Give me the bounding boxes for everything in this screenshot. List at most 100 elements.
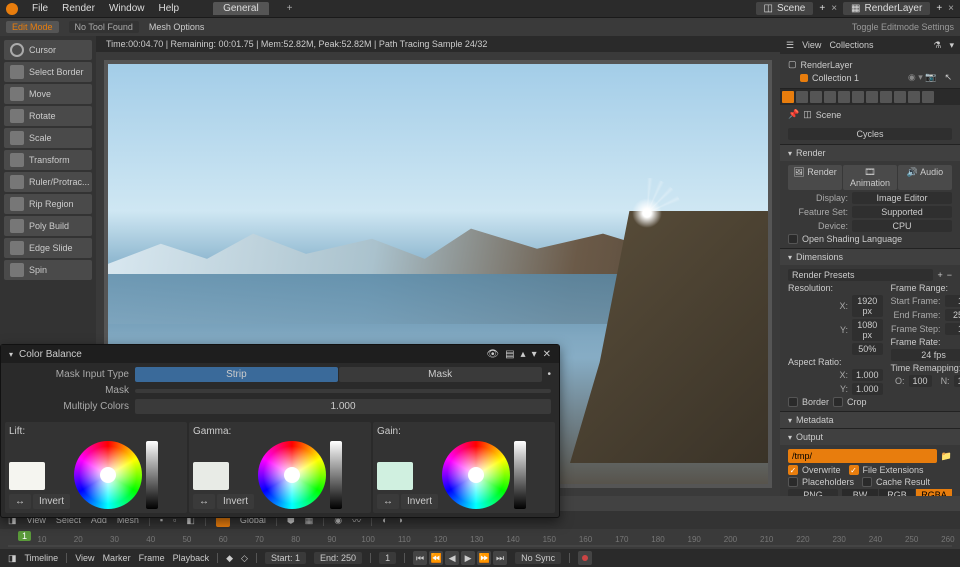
close-icon[interactable]: ✕ (543, 349, 551, 360)
end-frame-value[interactable]: 250 (341, 553, 356, 563)
playback-view[interactable]: View (75, 553, 94, 563)
mask-input-strip[interactable]: Strip (135, 367, 338, 382)
outliner-mode-icon[interactable]: ☰ (786, 40, 794, 51)
keyframe-prev-icon[interactable]: ⏪ (429, 551, 443, 565)
scene-selector[interactable]: ◫ Scene (756, 2, 814, 15)
lift-value-slider[interactable] (146, 441, 158, 509)
color-rgb[interactable]: RGB (879, 489, 915, 496)
tab-scene[interactable] (824, 91, 836, 103)
menu-window[interactable]: Window (109, 3, 145, 14)
tool-ruler-protrac-[interactable]: Ruler/Protrac... (4, 172, 92, 192)
keying-icon[interactable]: ◆ (226, 553, 233, 564)
output-path[interactable]: /tmp/ (788, 449, 937, 463)
multiply-slider[interactable]: 1.000 (135, 399, 551, 414)
gain-swatch[interactable] (377, 462, 413, 490)
gamma-color-wheel[interactable] (258, 441, 326, 509)
tab-modifier[interactable] (866, 91, 878, 103)
editor-type-icon[interactable]: ◨ (8, 553, 17, 564)
autokey-icon[interactable] (578, 551, 592, 565)
menu-file[interactable]: File (32, 3, 48, 14)
aspect-y[interactable]: 1.000 (852, 383, 883, 395)
workspace-add-icon[interactable]: + (287, 3, 293, 14)
overwrite-checkbox[interactable]: Overwrite (788, 465, 841, 475)
gain-invert-button[interactable]: Invert (401, 494, 438, 509)
tab-output[interactable] (796, 91, 808, 103)
output-section-header[interactable]: Output (780, 429, 960, 445)
layer-selector[interactable]: ▦ RenderLayer (843, 2, 930, 15)
crop-checkbox[interactable]: Crop (833, 397, 867, 407)
tab-world[interactable] (838, 91, 850, 103)
color-bw[interactable]: BW (842, 489, 878, 496)
visibility-icons[interactable]: ◉ ▾ 📷 (908, 72, 937, 83)
mode-selector[interactable]: Edit Mode (6, 21, 59, 33)
tool-rotate[interactable]: Rotate (4, 106, 92, 126)
keying-icon[interactable]: ◇ (241, 553, 248, 564)
gain-value-slider[interactable] (514, 441, 526, 509)
render-engine[interactable]: Cycles (788, 128, 952, 140)
tool-select-border[interactable]: Select Border (4, 62, 92, 82)
scene-add-icon[interactable]: + (819, 3, 825, 14)
preset-add-icon[interactable]: + (937, 270, 942, 280)
tab-object[interactable] (852, 91, 864, 103)
cache-checkbox[interactable]: Cache Result (862, 477, 930, 487)
workspace-tab-general[interactable]: General (213, 2, 269, 15)
mask-input-mask[interactable]: Mask (339, 367, 542, 382)
timeline[interactable]: 1 10203040506070809010011012013014015016… (0, 529, 960, 549)
placeholders-checkbox[interactable]: Placeholders (788, 477, 854, 487)
format-selector[interactable]: PNG (788, 489, 838, 496)
start-frame[interactable]: 1 (945, 295, 960, 307)
move-up-icon[interactable]: ▴ (521, 349, 526, 360)
tool-edge-slide[interactable]: Edge Slide (4, 238, 92, 258)
current-frame-field[interactable]: 1 (379, 552, 396, 564)
outliner-view[interactable]: View (802, 40, 821, 50)
move-down-icon[interactable]: ▾ (532, 349, 537, 360)
mesh-options[interactable]: Mesh Options (149, 22, 205, 32)
preset-remove-icon[interactable]: − (947, 270, 952, 280)
lift-color-wheel[interactable] (74, 441, 142, 509)
outliner-search-icon[interactable]: ▾ (949, 40, 954, 51)
color-rgba[interactable]: RGBA (916, 489, 952, 496)
metadata-section-header[interactable]: Metadata (780, 412, 960, 428)
playback-marker[interactable]: Marker (103, 553, 131, 563)
mask-field[interactable] (135, 389, 551, 393)
playback-menu[interactable]: Playback (173, 553, 210, 563)
eye-icon[interactable]: 👁 (486, 349, 499, 360)
menu-help[interactable]: Help (159, 3, 180, 14)
layer-add-icon[interactable]: + (936, 3, 942, 14)
dropdown-icon[interactable]: • (547, 369, 551, 380)
render-button[interactable]: 🖼 Render (788, 165, 842, 190)
fileext-checkbox[interactable]: File Extensions (849, 465, 924, 475)
remap-old[interactable]: 100 (909, 375, 932, 387)
animation-button[interactable]: 🎞 Animation (843, 165, 897, 190)
layer-close-icon[interactable]: × (948, 3, 954, 14)
pin-icon[interactable]: 📌 (788, 109, 799, 120)
gamma-value-slider[interactable] (330, 441, 342, 509)
color-balance-header[interactable]: Color Balance 👁 ▤ ▴ ▾ ✕ (1, 345, 559, 363)
framerate-value[interactable]: 24 fps (891, 349, 960, 361)
audio-button[interactable]: 🔊 Audio (898, 165, 952, 190)
tool-move[interactable]: Move (4, 84, 92, 104)
start-frame-value[interactable]: 1 (295, 553, 300, 563)
device-selector[interactable]: CPU (852, 220, 952, 232)
remap-new[interactable]: 100 (954, 375, 960, 387)
tool-scale[interactable]: Scale (4, 128, 92, 148)
gamma-swatch[interactable] (193, 462, 229, 490)
resolution-y[interactable]: 1080 px (852, 319, 883, 341)
toggle-editmode-settings[interactable]: Toggle Editmode Settings (852, 22, 954, 32)
keyframe-next-icon[interactable]: ⏩ (477, 551, 491, 565)
outliner-renderlayer[interactable]: ▢ RenderLayer (788, 58, 952, 71)
tab-constraint[interactable] (908, 91, 920, 103)
render-presets[interactable]: Render Presets (788, 269, 933, 281)
resolution-pct[interactable]: 50% (852, 343, 883, 355)
resolution-x[interactable]: 1920 px (852, 295, 883, 317)
play-reverse-icon[interactable]: ◀ (445, 551, 459, 565)
dimensions-section-header[interactable]: Dimensions (780, 249, 960, 265)
play-icon[interactable]: ▶ (461, 551, 475, 565)
sync-mode[interactable]: No Sync (515, 552, 561, 564)
outliner-collections[interactable]: Collections (829, 40, 873, 50)
lift-swatch[interactable] (9, 462, 45, 490)
pointer-icon[interactable]: ↖ (944, 72, 952, 83)
lift-arrows[interactable]: ↔ (9, 494, 31, 509)
mute-icon[interactable]: ▤ (505, 349, 514, 360)
playback-timeline-label[interactable]: Timeline (25, 553, 59, 563)
